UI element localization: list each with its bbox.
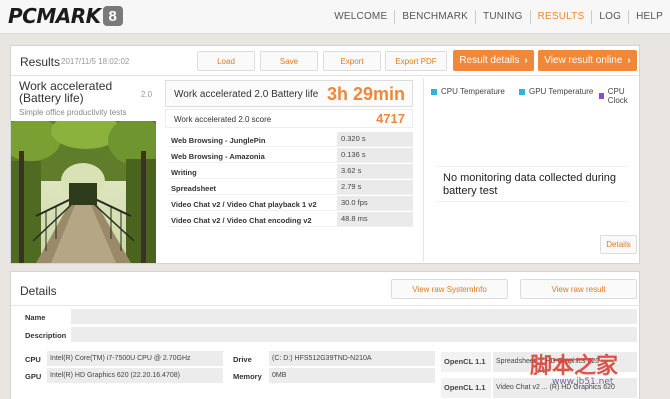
test-thumbnail-image [11, 121, 156, 263]
test-description: Simple office productivity tests [19, 108, 127, 117]
save-button[interactable]: Save [260, 51, 318, 71]
chevron-right-icon: › [627, 55, 631, 66]
chevron-right-icon: › [524, 55, 528, 66]
top-bar: PCMARK 8 WELCOME BENCHMARK TUNING RESULT… [0, 0, 670, 34]
export-button[interactable]: Export [323, 51, 381, 71]
opencl-label-2: OpenCL 1.1 [441, 378, 491, 398]
test-name-line2: (Battery life) [19, 91, 84, 105]
subtest-value: 0.136 s [337, 148, 413, 162]
work-score-box: Work accelerated 2.0 score 4717 [165, 109, 413, 128]
results-title: Results [20, 55, 61, 69]
nav-welcome[interactable]: WELCOME [327, 10, 394, 24]
result-details-label: Result details [459, 55, 520, 66]
gpu-label: GPU [25, 372, 42, 381]
name-label: Name [25, 313, 46, 322]
details-button[interactable]: Details [600, 235, 637, 254]
subtest-name: Writing [171, 168, 197, 177]
subtest-name: Spreadsheet [171, 184, 217, 193]
battery-life-score-box: Work accelerated 2.0 Battery life 3h 29m… [165, 80, 413, 107]
results-date: 2017/11/5 18:02:02 [61, 57, 130, 66]
legend-label: CPU Clock [607, 87, 628, 105]
no-monitoring-data-message: No monitoring data collected during batt… [443, 172, 617, 197]
subtest-value: 30.0 fps [337, 196, 413, 210]
cpu-value: Intel(R) Core(TM) i7-7500U CPU @ 2.70GHz [47, 351, 223, 366]
legend-cpu-clock[interactable]: CPU Clock [599, 87, 639, 105]
pcmark-logo: PCMARK 8 [8, 4, 123, 28]
memory-label: Memory [233, 372, 262, 381]
cpu-label: CPU [25, 355, 41, 364]
export-pdf-button[interactable]: Export PDF [385, 51, 447, 71]
opencl-label-1: OpenCL 1.1 [441, 352, 491, 372]
nav-benchmark[interactable]: BENCHMARK [394, 10, 475, 24]
view-raw-systeminfo-button[interactable]: View raw SystemInfo [391, 279, 508, 299]
description-label: Description [25, 331, 67, 340]
results-panel: Results 2017/11/5 18:02:02 Load Save Exp… [10, 45, 640, 264]
legend-label: CPU Temperature [441, 87, 505, 96]
subtest-row: Writing 3.62 s [169, 164, 413, 179]
subtest-name: Web Browsing - Amazonia [171, 152, 265, 161]
nav-tuning[interactable]: TUNING [475, 10, 530, 24]
legend-cpu-temperature[interactable]: CPU Temperature [431, 87, 505, 96]
subtest-value: 2.79 s [337, 180, 413, 194]
memory-value: 0MB [269, 368, 435, 383]
load-button[interactable]: Load [197, 51, 255, 71]
legend-swatch [431, 88, 437, 95]
subtest-row: Web Browsing - Amazonia 0.136 s [169, 148, 413, 163]
watermark-url: www.jb51.net [552, 377, 614, 387]
test-name: Work accelerated (Battery life) [19, 80, 112, 104]
results-header: Results 2017/11/5 18:02:02 Load Save Exp… [11, 46, 639, 76]
work-score-label: Work accelerated 2.0 score [174, 115, 272, 124]
chart-gridline [437, 201, 627, 202]
view-result-online-label: View result online [544, 55, 623, 66]
nav-log[interactable]: LOG [591, 10, 628, 24]
result-details-button[interactable]: Result details › [453, 50, 534, 71]
view-raw-result-button[interactable]: View raw result [520, 279, 637, 299]
drive-label: Drive [233, 355, 252, 364]
subtest-value: 48.8 ms [337, 212, 413, 226]
subtest-row: Spreadsheet 2.79 s [169, 180, 413, 195]
subtest-name: Video Chat v2 / Video Chat playback 1 v2 [171, 200, 317, 209]
watermark-logo: 脚本之家 [530, 354, 619, 379]
subtest-row: Web Browsing - JunglePin 0.320 s [169, 132, 413, 147]
subtest-name: Video Chat v2 / Video Chat encoding v2 [171, 216, 312, 225]
legend-swatch [519, 88, 525, 95]
battery-life-label: Work accelerated 2.0 Battery life [174, 89, 319, 100]
logo-version-badge: 8 [102, 6, 123, 26]
logo-text: PCMARK [8, 4, 101, 28]
gpu-value: Intel(R) HD Graphics 620 (22.20.16.4708) [47, 368, 223, 383]
legend-swatch [599, 93, 604, 99]
legend-label: GPU Temperature [529, 87, 594, 96]
subtest-value: 3.62 s [337, 164, 413, 178]
details-divider [11, 305, 641, 306]
work-score-value: 4717 [376, 111, 405, 126]
nav-results[interactable]: RESULTS [529, 10, 592, 24]
nav-help[interactable]: HELP [628, 10, 670, 24]
subtest-row: Video Chat v2 / Video Chat encoding v2 4… [169, 212, 413, 227]
chart-gridline [437, 166, 627, 167]
details-title: Details [20, 284, 57, 298]
subtest-value: 0.320 s [337, 132, 413, 146]
drive-value: (C: D:) HFS512G39TND-N210A [269, 351, 435, 366]
panel-divider [423, 78, 424, 262]
legend-gpu-temperature[interactable]: GPU Temperature [519, 87, 593, 96]
main-nav: WELCOME BENCHMARK TUNING RESULTS LOG HEL… [327, 0, 670, 34]
view-result-online-button[interactable]: View result online › [538, 50, 637, 71]
description-field[interactable] [71, 327, 637, 342]
subtest-row: Video Chat v2 / Video Chat playback 1 v2… [169, 196, 413, 211]
battery-life-value: 3h 29min [326, 84, 405, 104]
test-version: 2.0 [141, 90, 153, 99]
name-field[interactable] [71, 309, 637, 324]
subtest-name: Web Browsing - JunglePin [171, 136, 266, 145]
